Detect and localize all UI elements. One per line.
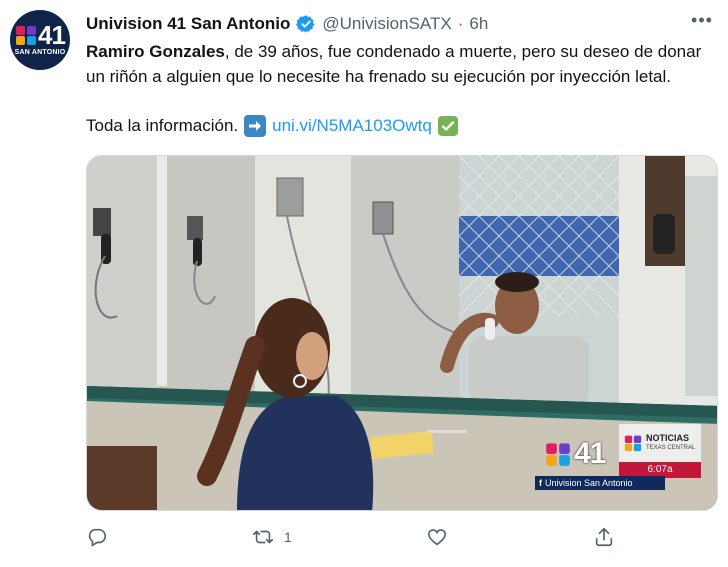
avatar-city-label: SAN ANTONIO: [14, 49, 66, 56]
header-separator: ·: [457, 14, 464, 33]
account-name[interactable]: Univision 41 San Antonio: [86, 13, 290, 35]
overlay-channel-number: 41: [574, 437, 606, 470]
reply-button[interactable]: [86, 526, 118, 548]
brand-texas-central: TEXAS CENTRAL: [646, 445, 696, 451]
brand-noticias: NOTICIAS: [646, 433, 690, 443]
univision-u-icon: [16, 26, 37, 45]
tweet-actions: 1: [86, 526, 626, 550]
check-mark-emoji: [437, 116, 458, 136]
account-avatar[interactable]: 41 SAN ANTONIO: [10, 10, 70, 70]
univision-u-overlay-icon: [546, 443, 570, 466]
univision-logo: 41: [15, 20, 66, 50]
tweet-text: Ramiro Gonzales, de 39 años, fue condena…: [86, 40, 718, 89]
tweet-media-video[interactable]: 41 NOTICIAS TEXAS CENTRAL 6:07a f Univis…: [86, 155, 718, 511]
tweet-header: Univision 41 San Antonio @UnivisionSATX …: [86, 13, 488, 35]
like-icon: [427, 529, 447, 546]
arrow-right-emoji: [244, 115, 267, 137]
tweet-link[interactable]: uni.vi/N5MA103Owtq: [272, 114, 432, 138]
avatar-channel-number: 41: [38, 20, 66, 50]
tweet-link-line: Toda la información. uni.vi/N5MA103Owtq: [86, 114, 458, 138]
more-info-text: Toda la información.: [86, 116, 239, 135]
retweet-count: 1: [284, 529, 292, 545]
social-handle-text: Univision San Antonio: [545, 478, 633, 488]
broadcast-bug: 41: [539, 436, 629, 472]
retweet-icon: [253, 530, 273, 544]
facebook-icon: f: [539, 478, 542, 488]
share-icon: [595, 527, 613, 547]
tweet-bold-name: Ramiro Gonzales: [86, 42, 225, 61]
share-button[interactable]: [593, 526, 615, 548]
reply-icon: [88, 528, 107, 547]
clock-text: 6:07a: [647, 464, 673, 475]
univision-u-small-icon: [624, 435, 642, 452]
more-icon[interactable]: •••: [690, 11, 714, 36]
account-handle[interactable]: @UnivisionSATX: [322, 13, 451, 35]
like-button[interactable]: [426, 526, 458, 548]
tweet-time[interactable]: 6h: [469, 13, 488, 35]
retweet-button[interactable]: 1: [252, 526, 292, 548]
verified-icon: [296, 15, 315, 33]
noticias-brand-box: NOTICIAS TEXAS CENTRAL: [619, 424, 701, 462]
social-handle-bar: f Univision San Antonio: [535, 476, 665, 490]
